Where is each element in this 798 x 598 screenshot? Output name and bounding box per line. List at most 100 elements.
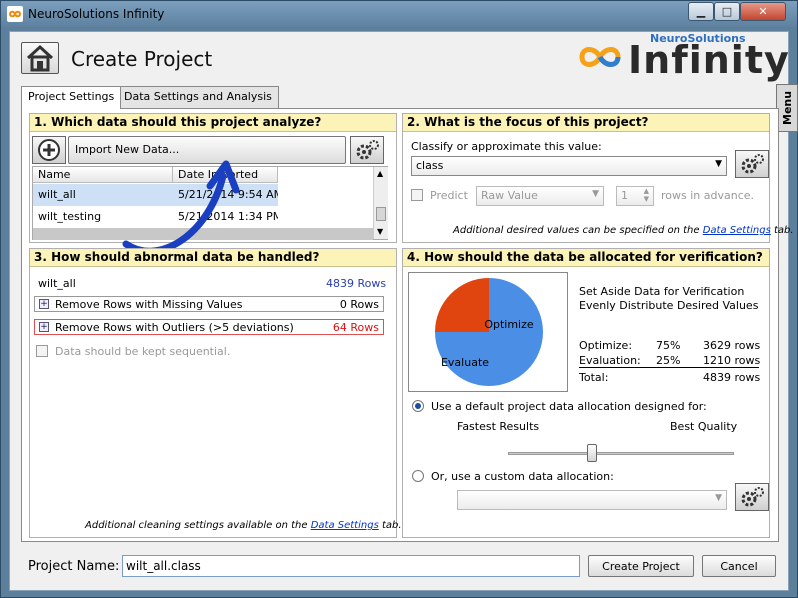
- scroll-up-icon[interactable]: ▲: [377, 169, 383, 178]
- allocation-gear-button[interactable]: [735, 483, 769, 511]
- main-client-area: Create Project NeuroSolutions Infinity M…: [9, 31, 798, 591]
- rows-advance-label: rows in advance.: [661, 189, 755, 202]
- desired-values-note: Additional desired values can be specifi…: [453, 225, 794, 236]
- expand-plus-icon[interactable]: +: [39, 322, 49, 332]
- section2-heading: 2. What is the focus of this project?: [403, 114, 769, 132]
- infinity-logo-icon: [579, 47, 621, 67]
- predict-label: Predict: [430, 189, 468, 202]
- note-text: tab.: [381, 520, 402, 531]
- custom-allocation-label: Or, use a custom data allocation:: [431, 470, 614, 483]
- curved-arrow-icon: [122, 160, 240, 255]
- data-settings-link[interactable]: Data Settings: [311, 520, 379, 531]
- section-project-focus: 2. What is the focus of this project? Cl…: [402, 113, 794, 243]
- missing-values-row[interactable]: + Remove Rows with Missing Values 0 Rows: [34, 296, 384, 312]
- data-settings-link[interactable]: Data Settings: [703, 225, 771, 236]
- add-data-button[interactable]: [32, 136, 66, 164]
- close-button[interactable]: ✕: [740, 2, 786, 21]
- total-rows: 4839 rows: [703, 371, 761, 384]
- optimize-rows: 3629 rows: [703, 339, 761, 352]
- pie-label-evaluate: Evaluate: [441, 356, 489, 369]
- home-icon: [26, 44, 54, 72]
- create-project-button[interactable]: Create Project: [588, 555, 694, 577]
- outliers-count: 64 Rows: [332, 321, 379, 334]
- target-value-select[interactable]: class ▼: [411, 156, 727, 176]
- note-text: tab.: [773, 225, 794, 236]
- target-value-text: class: [416, 159, 444, 172]
- app-window: NeuroSolutions Infinity ▁ □ ✕ Create Pro…: [0, 0, 798, 598]
- evaluation-pct: 25%: [656, 354, 681, 367]
- row-name: wilt_testing: [38, 210, 102, 223]
- optimize-pct: 75%: [656, 339, 681, 352]
- cleaning-note: Additional cleaning settings available o…: [85, 520, 402, 531]
- section-abnormal-data: 3. How should abnormal data be handled? …: [29, 248, 402, 538]
- rows-ahead-value: 1: [621, 189, 628, 202]
- default-allocation-label: Use a default project data allocation de…: [431, 400, 707, 413]
- optimize-label: Optimize:: [579, 339, 633, 352]
- gear-icon: [741, 154, 764, 174]
- focus-gear-button[interactable]: [735, 150, 769, 178]
- scroll-thumb[interactable]: [376, 207, 386, 221]
- gear-icon: [741, 487, 764, 507]
- minimize-button[interactable]: ▁: [688, 2, 714, 21]
- total-label: Total:: [579, 371, 609, 384]
- dataset-rows: 4839 Rows: [326, 277, 387, 290]
- app-infinity-icon: [7, 6, 23, 22]
- title-bar[interactable]: NeuroSolutions Infinity ▁ □ ✕: [1, 1, 797, 27]
- section1-heading: 1. Which data should this project analyz…: [30, 114, 396, 132]
- project-settings-panel: 1. Which data should this project analyz…: [21, 108, 794, 542]
- chevron-down-icon: ▼: [715, 159, 722, 169]
- pie-label-optimize: Optimize: [484, 318, 534, 331]
- custom-allocation-select[interactable]: ▼: [457, 490, 727, 510]
- evaluation-rows: 1210 rows: [703, 354, 761, 367]
- tab-data-settings[interactable]: Data Settings and Analysis: [117, 86, 279, 108]
- setaside-line-2: Evenly Distribute Desired Values: [579, 299, 759, 312]
- predict-mode-text: Raw Value: [481, 189, 538, 202]
- evaluation-label: Evaluation:: [579, 354, 641, 367]
- custom-allocation-radio[interactable]: [412, 470, 424, 482]
- tab-project-settings[interactable]: Project Settings: [21, 86, 122, 109]
- window-title: NeuroSolutions Infinity: [28, 7, 165, 21]
- default-allocation-radio[interactable]: [412, 400, 424, 412]
- stepper-arrows-icon: ▲ ▼: [643, 187, 649, 203]
- pie-slice-evaluate: [435, 278, 489, 332]
- menu-tab[interactable]: Menu: [776, 84, 798, 132]
- grid-scrollbar[interactable]: ▲ ▼: [373, 167, 388, 239]
- maximize-button[interactable]: □: [714, 2, 740, 21]
- outliers-row[interactable]: + Remove Rows with Outliers (>5 deviatio…: [34, 319, 384, 335]
- rows-ahead-stepper[interactable]: 1 ▲ ▼: [616, 186, 654, 206]
- gear-icon: [356, 140, 379, 160]
- classify-label: Classify or approximate this value:: [411, 140, 602, 153]
- data-settings-gear-button[interactable]: [350, 136, 384, 164]
- predict-mode-select[interactable]: Raw Value ▼: [476, 186, 604, 206]
- expand-plus-icon[interactable]: +: [39, 299, 49, 309]
- scroll-down-icon[interactable]: ▼: [377, 227, 383, 236]
- section-data-selection: 1. Which data should this project analyz…: [29, 113, 397, 255]
- section4-heading: 4. How should the data be allocated for …: [403, 249, 769, 267]
- page-title: Create Project: [71, 47, 213, 71]
- missing-values-label: Remove Rows with Missing Values: [55, 298, 243, 311]
- chevron-down-icon: ▼: [592, 189, 599, 199]
- setaside-line-1: Set Aside Data for Verification: [579, 285, 745, 298]
- allocation-pie-box: Optimize Evaluate: [408, 272, 568, 392]
- quality-slider-thumb[interactable]: [586, 444, 597, 462]
- sequential-checkbox[interactable]: [36, 345, 48, 357]
- close-icon: ✕: [758, 5, 768, 18]
- predict-checkbox[interactable]: [411, 189, 423, 201]
- section3-heading: 3. How should abnormal data be handled?: [30, 249, 396, 267]
- dataset-name: wilt_all: [38, 277, 76, 290]
- project-name-label: Project Name:: [28, 559, 120, 574]
- totals-divider: [579, 367, 759, 368]
- best-quality-label: Best Quality: [670, 420, 738, 433]
- minimize-icon: ▁: [696, 5, 706, 18]
- plus-circle-icon: [38, 139, 60, 161]
- home-button[interactable]: [21, 42, 59, 74]
- allocation-pie-chart: Optimize Evaluate: [435, 278, 543, 386]
- chevron-down-icon: ▼: [715, 493, 722, 503]
- outliers-label: Remove Rows with Outliers (>5 deviations…: [55, 321, 294, 334]
- note-text: Additional cleaning settings available o…: [85, 520, 308, 531]
- cancel-button[interactable]: Cancel: [702, 555, 776, 577]
- quality-slider-track[interactable]: [508, 452, 734, 455]
- note-text: Additional desired values can be specifi…: [453, 225, 700, 236]
- project-name-input[interactable]: wilt_all.class: [122, 555, 580, 577]
- menu-label: Menu: [781, 90, 794, 125]
